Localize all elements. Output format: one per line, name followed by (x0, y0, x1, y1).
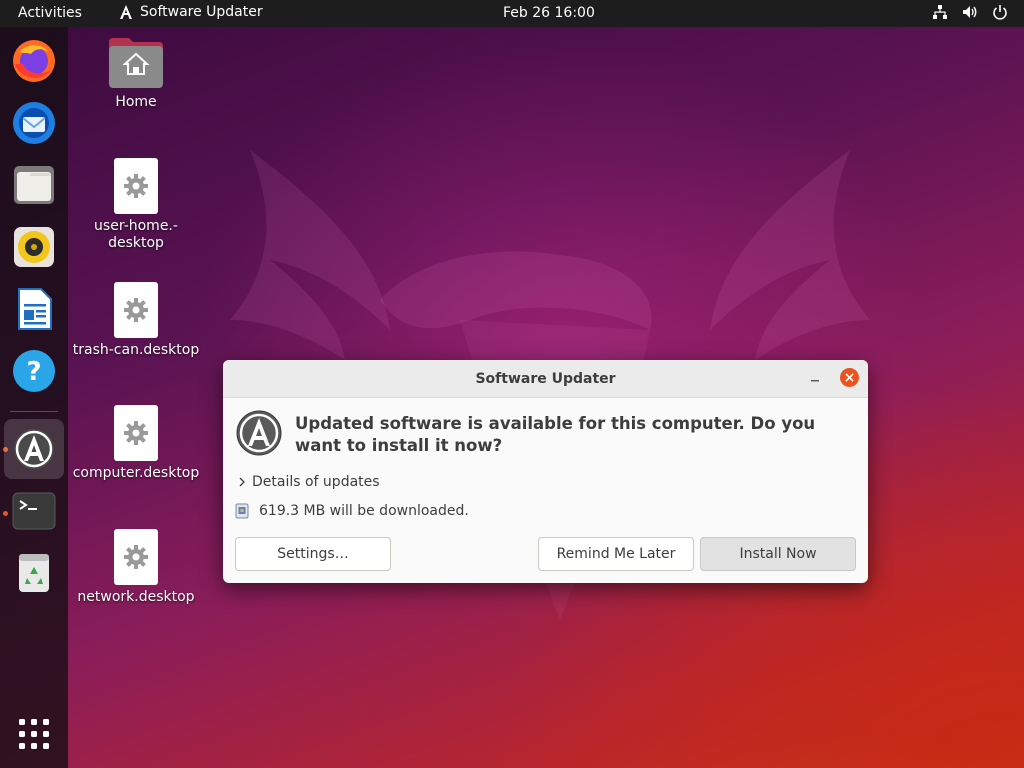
desktop-icon-user-home[interactable]: user-home.-desktop (71, 158, 201, 252)
gear-icon (114, 405, 158, 461)
rhythmbox-icon (14, 227, 54, 267)
chevron-right-icon (239, 477, 245, 487)
thunderbird-icon (13, 102, 55, 144)
package-icon (235, 503, 249, 519)
svg-text:?: ? (26, 357, 41, 387)
dock-item-trash[interactable] (4, 543, 64, 603)
desktop-icon-label: Home (115, 94, 157, 110)
dock-item-rhythmbox[interactable] (4, 217, 64, 277)
system-tray[interactable] (932, 4, 1008, 20)
show-apps-button[interactable] (19, 719, 49, 749)
software-updater-small-icon (118, 4, 134, 20)
dock-item-thunderbird[interactable] (4, 93, 64, 153)
desktop-icon-label: trash-can.desktop (72, 342, 200, 358)
dialog-title: Software Updater (475, 370, 616, 387)
install-now-button[interactable]: Install Now (700, 537, 856, 571)
download-size-text: 619.3 MB will be downloaded. (259, 503, 469, 519)
app-menu[interactable]: Software Updater (118, 4, 263, 20)
help-icon: ? (13, 350, 55, 392)
dock: ? (0, 27, 68, 768)
top-bar: Activities Software Updater Feb 26 16:00 (0, 0, 1024, 27)
clock[interactable]: Feb 26 16:00 (503, 5, 595, 21)
dialog-titlebar[interactable]: Software Updater (223, 360, 868, 398)
dock-item-files[interactable] (4, 155, 64, 215)
desktop-icon-label: user-home.-desktop (94, 218, 178, 251)
terminal-icon (12, 492, 56, 530)
desktop-icon-computer[interactable]: computer.desktop (71, 405, 201, 482)
download-size-row: 619.3 MB will be downloaded. (235, 503, 469, 519)
dock-item-firefox[interactable] (4, 31, 64, 91)
dock-item-help[interactable]: ? (4, 341, 64, 401)
trash-icon (19, 554, 49, 592)
firefox-icon (13, 40, 55, 82)
software-updater-icon (236, 410, 282, 456)
update-headline: Updated software is available for this c… (295, 414, 816, 455)
minimize-icon (811, 380, 819, 382)
libreoffice-writer-icon (18, 288, 52, 330)
details-label: Details of updates (252, 474, 380, 490)
software-updater-dialog: Software Updater Updated software is ava… (223, 360, 868, 583)
activities-button[interactable]: Activities (18, 5, 82, 21)
desktop-icon-home[interactable]: Home (71, 36, 201, 111)
minimize-button[interactable] (806, 369, 824, 387)
desktop-icon-label: computer.desktop (72, 465, 200, 481)
dock-item-terminal[interactable] (4, 481, 64, 541)
files-icon (14, 166, 54, 204)
details-expander[interactable]: Details of updates (238, 474, 380, 490)
home-folder-icon (107, 36, 165, 88)
gear-icon (114, 158, 158, 214)
power-icon[interactable] (992, 4, 1008, 20)
close-icon (845, 373, 854, 382)
desktop-icon-trash-can[interactable]: trash-can.desktop (71, 282, 201, 359)
dock-separator (10, 411, 58, 412)
volume-icon[interactable] (962, 4, 978, 20)
close-button[interactable] (840, 368, 859, 387)
desktop-icon-label: network.desktop (77, 589, 195, 605)
app-menu-label: Software Updater (140, 4, 263, 20)
desktop-icon-network[interactable]: network.desktop (71, 529, 201, 606)
gear-icon (114, 529, 158, 585)
settings-button[interactable]: Settings… (235, 537, 391, 571)
network-icon[interactable] (932, 4, 948, 20)
gear-icon (114, 282, 158, 338)
dock-item-software-updater[interactable] (4, 419, 64, 479)
software-updater-icon (14, 429, 54, 469)
dock-item-libreoffice-writer[interactable] (4, 279, 64, 339)
remind-me-later-button[interactable]: Remind Me Later (538, 537, 694, 571)
